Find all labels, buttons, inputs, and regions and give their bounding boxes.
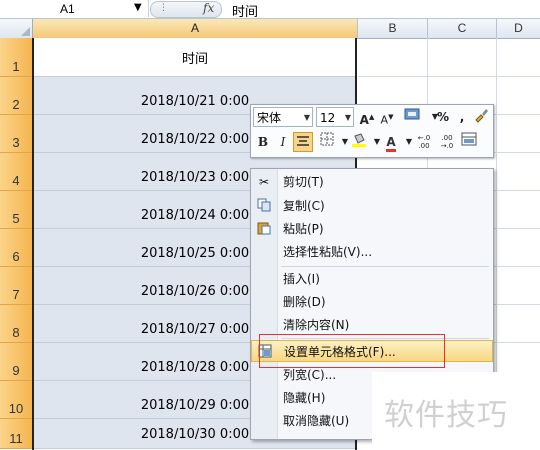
font-color-button[interactable]: A <box>381 132 401 152</box>
menu-item-paste-special[interactable]: 选择性粘贴(V)... <box>251 241 493 263</box>
menu-item-paste[interactable]: 粘贴(P) <box>251 218 493 240</box>
menu-item-label: 清除内容(N) <box>283 318 350 332</box>
copy-icon <box>256 198 272 214</box>
menu-item-label: 粘贴(P) <box>283 222 324 236</box>
row-header[interactable]: 1 <box>0 38 33 77</box>
grow-font-button[interactable]: A▲ <box>357 107 377 127</box>
menu-item-insert[interactable]: 插入(I) <box>251 268 493 290</box>
row-number: 3 <box>12 135 20 150</box>
column-header-b[interactable]: B <box>358 19 428 39</box>
merge-cells-icon <box>461 132 477 146</box>
menu-item-label: 选择性粘贴(V)... <box>283 245 373 259</box>
menu-item-label: 取消隐藏(U) <box>283 414 350 428</box>
menu-item-copy[interactable]: 复制(C) <box>251 195 493 217</box>
formula-controls: ⋮ fx <box>150 1 222 18</box>
scissors-icon: ✂ <box>258 175 270 189</box>
select-all-button[interactable] <box>0 19 33 39</box>
formula-input[interactable]: 时间 <box>232 1 258 20</box>
menu-item-label: 隐藏(H) <box>283 391 326 405</box>
menu-item-cut[interactable]: ✂ 剪切(T) <box>251 171 493 193</box>
currency-icon <box>404 108 420 120</box>
increase-decimal-button[interactable]: ←.0 .00 <box>413 132 435 152</box>
row-number: 8 <box>12 325 20 340</box>
chevron-down-icon: ▼ <box>344 113 351 122</box>
row-number: 1 <box>12 59 20 74</box>
shrink-font-button[interactable]: A▼ <box>377 107 397 127</box>
name-box-value: A1 <box>60 2 75 16</box>
align-center-icon <box>297 136 309 146</box>
row-number: 2 <box>12 97 20 112</box>
row-header[interactable]: 9 <box>0 343 33 381</box>
font-color-icon: A <box>386 135 396 152</box>
row-number: 6 <box>12 249 20 264</box>
font-size-select[interactable]: 12 ▼ <box>316 107 354 127</box>
chevron-down-icon: ▼ <box>303 113 310 122</box>
font-size-value: 12 <box>320 111 336 125</box>
grow-font-icon: A <box>359 113 369 127</box>
row-header[interactable]: 4 <box>0 153 33 191</box>
highlight-annotation-box <box>259 334 445 368</box>
row-header[interactable]: 2 <box>0 77 33 115</box>
column-header-a[interactable]: A <box>33 19 358 39</box>
row-number: 10 <box>8 401 24 416</box>
borders-icon <box>320 132 334 146</box>
row-number: 9 <box>12 363 20 378</box>
center-align-button[interactable] <box>293 132 313 152</box>
borders-button[interactable] <box>317 132 337 152</box>
menu-separator <box>281 266 489 267</box>
row-number: 4 <box>12 173 20 188</box>
row-header[interactable]: 5 <box>0 191 33 229</box>
formula-bar: A1 ▼ ⋮ fx 时间 <box>0 0 540 20</box>
insert-function-button[interactable]: fx <box>203 1 214 15</box>
watermark: 软件技巧 <box>384 398 508 433</box>
paintbrush-icon <box>475 109 488 123</box>
shrink-font-icon: A <box>380 113 389 127</box>
row-header[interactable]: 10 <box>0 381 33 419</box>
currency-format-button[interactable] <box>399 107 425 127</box>
comma-style-button[interactable]: , <box>452 107 472 127</box>
select-all-icon <box>21 27 30 36</box>
italic-button[interactable]: I <box>273 132 293 152</box>
menu-item-delete[interactable]: 删除(D) <box>251 291 493 313</box>
paste-icon <box>256 221 272 237</box>
menu-item-label: 剪切(T) <box>283 175 324 189</box>
fill-color-button[interactable] <box>349 132 369 152</box>
font-name-value: 宋体 <box>257 111 282 125</box>
fill-bucket-icon <box>352 133 366 147</box>
column-header-c[interactable]: C <box>428 19 497 39</box>
row-header[interactable]: 6 <box>0 229 33 267</box>
format-painter-button[interactable] <box>471 107 491 127</box>
mini-toolbar: 宋体 ▼ 12 ▼ A▲ A▼ ▼ % , B I ▼ ▼ A ▼ ←.0 .0… <box>250 104 494 158</box>
row-number: 11 <box>9 431 23 446</box>
menu-item-label: 插入(I) <box>283 272 320 286</box>
grip-icon: ⋮ <box>159 3 168 13</box>
name-box[interactable]: A1 ▼ <box>0 0 149 17</box>
chevron-down-icon[interactable]: ▼ <box>134 2 142 13</box>
menu-item-clear-contents[interactable]: 清除内容(N) <box>251 314 493 336</box>
row-number: 7 <box>12 287 20 302</box>
bold-button[interactable]: B <box>253 132 273 152</box>
menu-item-label: 删除(D) <box>283 295 326 309</box>
row-header[interactable]: 7 <box>0 267 33 305</box>
decrease-decimal-button[interactable]: .00 →.0 <box>436 132 458 152</box>
column-header-d[interactable]: D <box>497 19 540 39</box>
percent-style-button[interactable]: % <box>433 107 453 127</box>
menu-item-label: 复制(C) <box>283 199 325 213</box>
row-header[interactable]: 11 <box>0 419 33 449</box>
merge-center-button[interactable] <box>459 132 479 152</box>
row-number: 5 <box>12 211 20 226</box>
row-header[interactable]: 3 <box>0 115 33 153</box>
row-header[interactable]: 8 <box>0 305 33 343</box>
font-name-select[interactable]: 宋体 ▼ <box>253 107 313 127</box>
